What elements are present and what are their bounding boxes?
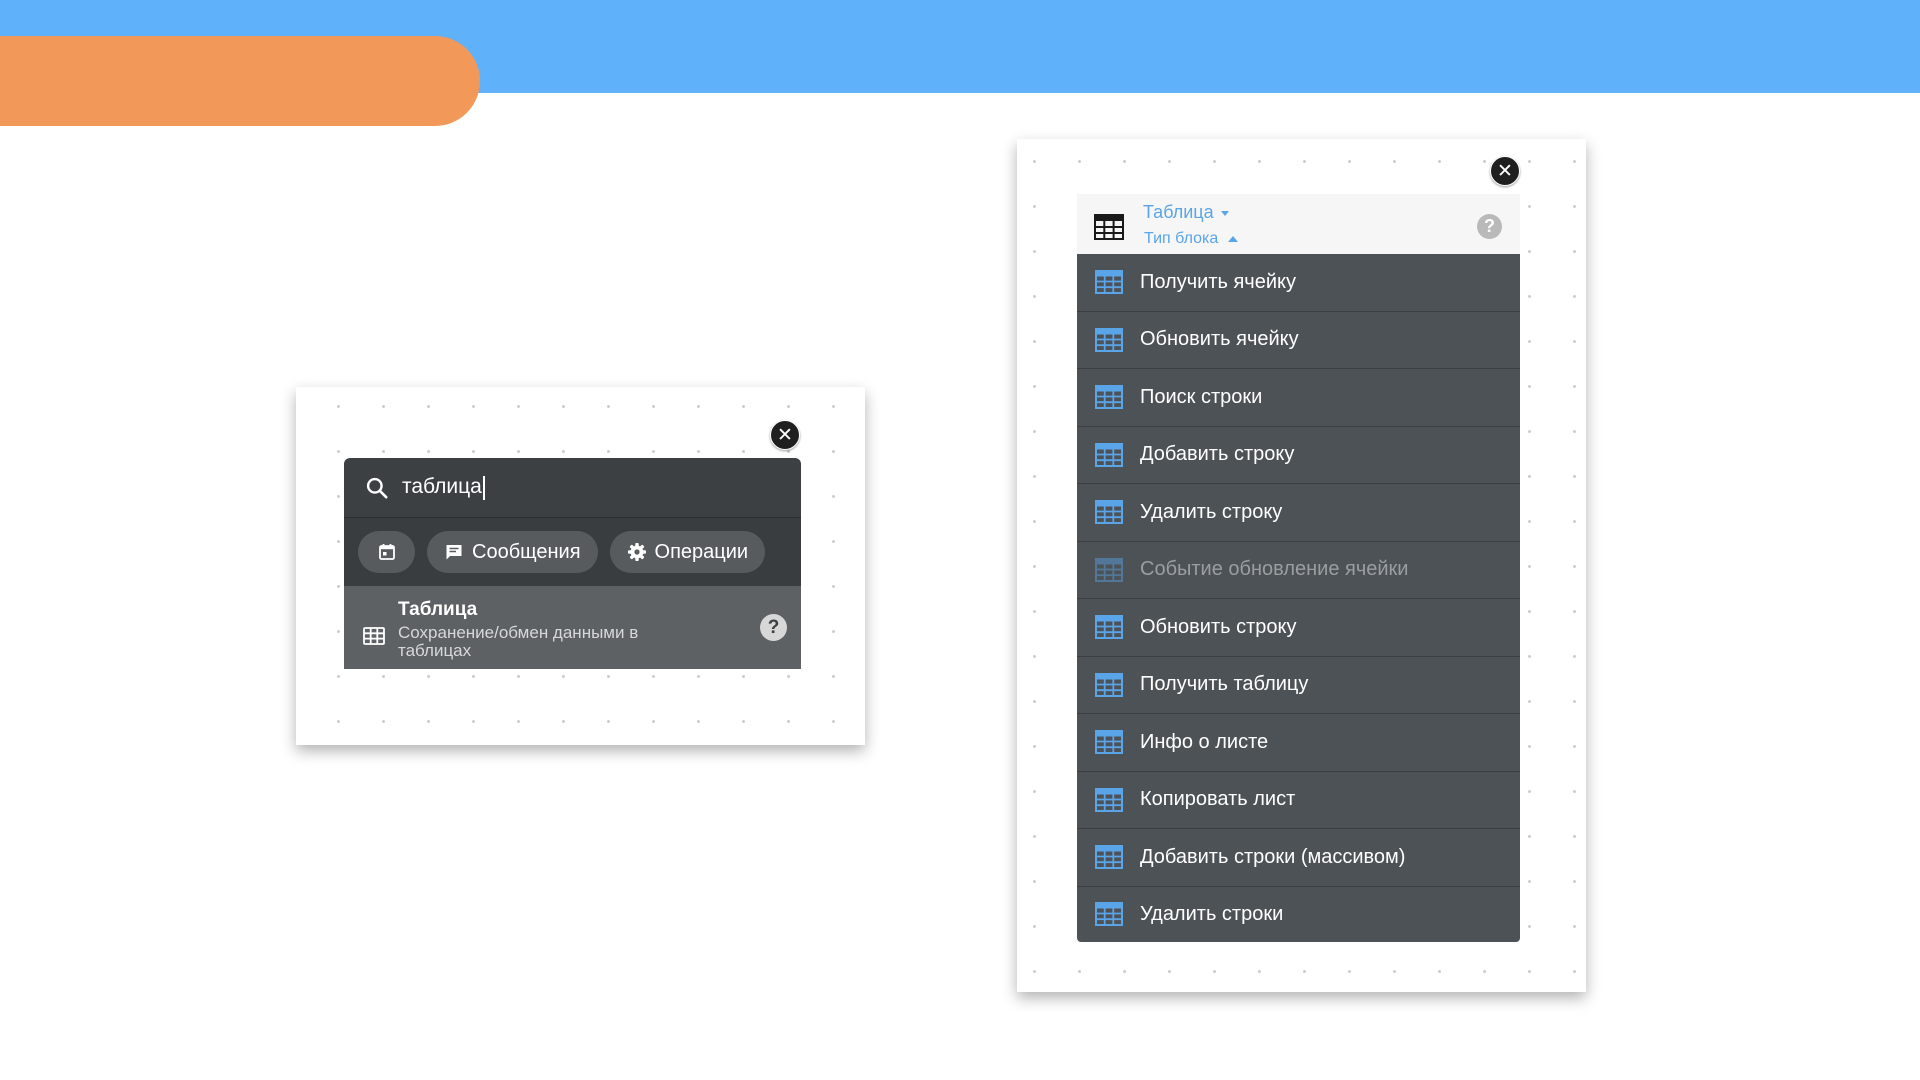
close-icon[interactable]: ✕ xyxy=(1490,156,1520,186)
table-icon xyxy=(1094,214,1124,240)
text-caret xyxy=(482,475,485,500)
table-icon xyxy=(1095,902,1123,926)
table-icon xyxy=(1095,557,1123,582)
search-result-item[interactable]: Таблица Сохранение/обмен данными в табли… xyxy=(344,586,801,669)
gear-icon xyxy=(627,543,646,561)
table-icon xyxy=(1095,845,1123,870)
message-icon xyxy=(446,545,462,560)
menu-item-label: Получить таблицу xyxy=(1140,673,1309,696)
menu-item-disabled: Событие обновление ячейки xyxy=(1077,542,1520,599)
menu-item-label: Удалить строки xyxy=(1140,902,1284,925)
table-icon xyxy=(1095,270,1123,295)
chip-operations[interactable]: Операции xyxy=(609,531,766,573)
menu-item[interactable]: Получить таблицу xyxy=(1077,657,1520,714)
search-icon xyxy=(366,477,388,499)
menu-item[interactable]: Добавить строку xyxy=(1077,427,1520,484)
result-subtitle: Сохранение/обмен данными в таблицах xyxy=(398,623,639,660)
menu-item[interactable]: Добавить строки (массивом) xyxy=(1077,829,1520,887)
result-title: Таблица xyxy=(398,599,478,620)
table-icon xyxy=(1095,730,1123,755)
menu-item[interactable]: Удалить строки xyxy=(1077,887,1520,942)
menu-item[interactable]: Получить ячейку xyxy=(1077,254,1520,312)
table-icon xyxy=(1095,385,1123,410)
close-icon[interactable]: ✕ xyxy=(770,420,800,450)
chevron-up-icon xyxy=(1228,235,1239,242)
menu-item-label: Получить ячейку xyxy=(1140,270,1296,293)
block-type-dropdown[interactable]: Тип блока xyxy=(1144,230,1239,248)
menu-item[interactable]: Удалить строку xyxy=(1077,484,1520,542)
menu-item-label: Добавить строку xyxy=(1140,443,1295,466)
menu-item-label: Поиск строки xyxy=(1140,385,1263,408)
table-block-card: ✕ Таблица Тип блока ? Получить ячейку Об… xyxy=(1017,139,1586,992)
block-search-panel: таблица Сообщения Операции Таблица Сохра… xyxy=(344,458,801,669)
menu-item-label: Удалить строку xyxy=(1140,500,1283,523)
table-icon xyxy=(1095,787,1123,812)
table-icon xyxy=(1095,442,1123,467)
chip-label: Операции xyxy=(654,540,749,563)
menu-item-label: Копировать лист xyxy=(1140,788,1296,811)
help-icon[interactable]: ? xyxy=(760,614,787,641)
table-icon xyxy=(1095,327,1123,352)
menu-item-label: Добавить строки (массивом) xyxy=(1140,845,1406,868)
search-bar[interactable]: таблица xyxy=(344,458,801,518)
menu-item[interactable]: Инфо о листе xyxy=(1077,714,1520,772)
category-chips: Сообщения Операции xyxy=(344,518,801,586)
chip-label: Сообщения xyxy=(472,540,581,563)
menu-item-label: Событие обновление ячейки xyxy=(1140,558,1409,581)
menu-item-label: Обновить строку xyxy=(1140,615,1297,638)
block-type-menu: Получить ячейку Обновить ячейку Поиск ст… xyxy=(1077,254,1520,942)
help-icon[interactable]: ? xyxy=(1477,214,1502,239)
header-accent-shape xyxy=(0,36,480,126)
block-header: Таблица Тип блока ? xyxy=(1077,194,1520,254)
menu-item[interactable]: Обновить ячейку xyxy=(1077,312,1520,369)
block-name-dropdown[interactable]: Таблица xyxy=(1143,202,1229,223)
chip-messages[interactable]: Сообщения xyxy=(427,531,598,573)
menu-item-label: Инфо о листе xyxy=(1140,730,1269,753)
menu-item[interactable]: Копировать лист xyxy=(1077,772,1520,829)
search-input[interactable]: таблица xyxy=(402,475,485,500)
chip-calendar[interactable] xyxy=(358,531,415,573)
result-text: Таблица Сохранение/обмен данными в табли… xyxy=(398,599,688,660)
table-icon xyxy=(1095,500,1123,525)
chevron-down-icon xyxy=(1220,210,1229,216)
table-icon xyxy=(363,627,385,645)
menu-item[interactable]: Обновить строку xyxy=(1077,599,1520,657)
table-icon xyxy=(1095,615,1123,640)
menu-item-label: Обновить ячейку xyxy=(1140,328,1299,351)
search-block-card: ✕ таблица Сообщения Операции Таблица Сох… xyxy=(296,387,865,745)
table-icon xyxy=(1095,672,1123,697)
calendar-icon xyxy=(378,544,395,560)
menu-item[interactable]: Поиск строки xyxy=(1077,369,1520,427)
